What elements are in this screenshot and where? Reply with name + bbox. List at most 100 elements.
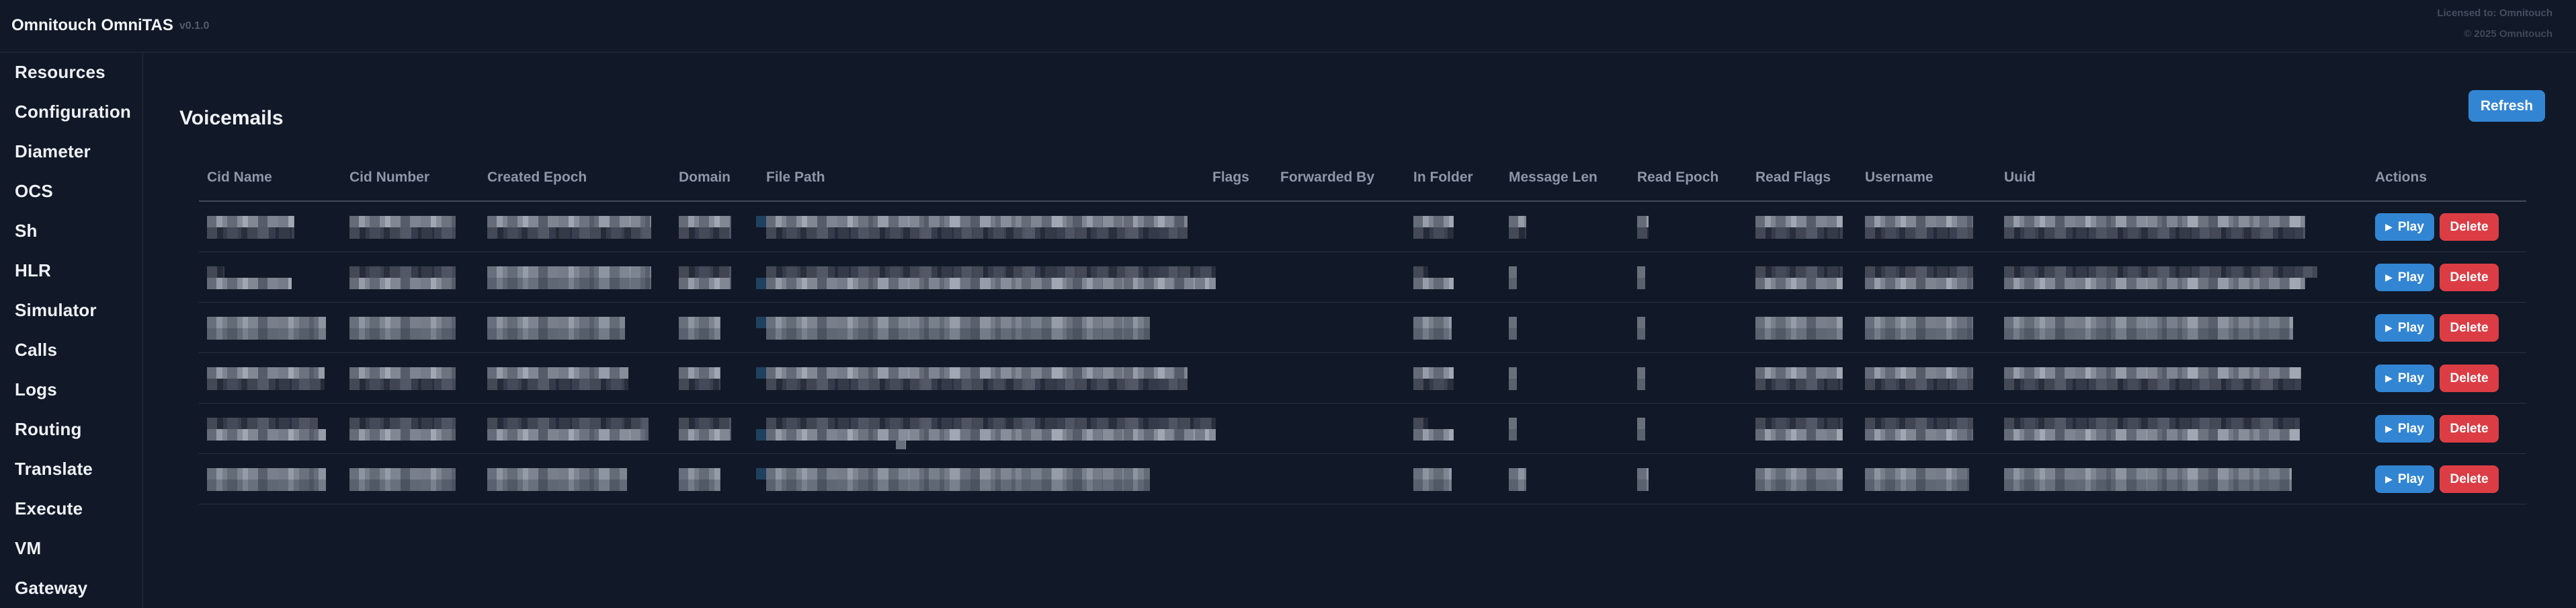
redacted-lead-tile [756,278,766,289]
play-button[interactable]: ▶ Play [2375,465,2434,493]
play-button-label: Play [2398,220,2424,235]
table-row: ▶PlayDelete [199,303,2526,353]
column-header-forwarded_by: Forwarded By [1280,169,1374,186]
redacted-cell-read_flags [1755,216,1843,239]
redacted-cell-message_len [1509,266,1517,289]
redacted-cell-read_flags [1755,266,1843,289]
redacted-cell-uuid [2004,367,2301,390]
redacted-cell-read_flags [1755,317,1843,340]
redacted-cell-uuid [2004,266,2317,289]
page-title: Voicemails [179,108,284,129]
delete-button[interactable]: Delete [2440,213,2499,241]
sidebar-item-gateway[interactable]: Gateway [0,568,142,608]
app-version: v0.1.0 [179,20,209,32]
column-header-in_folder: In Folder [1413,169,1473,186]
redacted-cell-created_epoch [487,367,628,390]
play-button[interactable]: ▶Play [2375,264,2434,291]
delete-button[interactable]: Delete [2440,465,2499,493]
refresh-button[interactable]: Refresh [2468,90,2545,122]
redacted-cell-message_len [1509,468,1526,491]
sidebar-item-ocs[interactable]: OCS [0,172,142,211]
play-button[interactable]: ▶Play [2375,314,2434,342]
sidebar-item-simulator[interactable]: Simulator [0,291,142,330]
delete-button[interactable]: Delete [2440,415,2499,443]
play-button[interactable]: ▶Play [2375,415,2434,443]
sidebar-item-sh[interactable]: Sh [0,211,142,251]
redacted-cell-username [1865,317,1973,340]
license-info: Licensed to: Omnitouch © 2025 Omnitouch [2437,7,2552,40]
column-header-file_path: File Path [766,169,825,186]
copyright-text: © 2025 Omnitouch [2437,28,2552,40]
play-button-label: Play [2398,321,2424,336]
sidebar-item-translate[interactable]: Translate [0,449,142,489]
redacted-cell-uuid [2004,216,2305,239]
play-icon: ▶ [2385,221,2393,233]
column-header-uuid: Uuid [2004,169,2036,186]
redacted-cell-cid_number [349,216,456,239]
redacted-cell-in_folder [1413,216,1454,239]
redacted-cell-read_epoch [1637,468,1649,491]
sidebar-item-configuration[interactable]: Configuration [0,92,142,132]
sidebar-item-execute[interactable]: Execute [0,489,142,529]
redacted-lead-tile [756,367,766,379]
redacted-cell-message_len [1509,216,1526,239]
redacted-cell-in_folder [1413,418,1454,441]
table-row: ▶ Play Delete [199,202,2526,252]
delete-button[interactable]: Delete [2440,264,2499,291]
sidebar-item-calls[interactable]: Calls [0,330,142,370]
play-icon: ▶ [2385,473,2393,485]
sidebar: ResourcesConfigurationDiameterOCSShHLRSi… [0,52,143,608]
redacted-cell-message_len [1509,317,1517,340]
redacted-cell-created_epoch [487,266,651,289]
redacted-cell-cid_name [207,216,294,239]
redacted-cell-cid_name [207,468,326,491]
redacted-cell-cid_name [207,266,292,289]
redacted-cell-read_epoch [1637,266,1645,289]
redacted-cell-in_folder [1413,367,1454,390]
play-icon: ▶ [2385,373,2393,384]
licensed-to-text: Licensed to: Omnitouch [2437,7,2552,20]
play-button-label: Play [2398,371,2424,386]
table-row: ▶PlayDelete [199,252,2526,303]
column-header-domain: Domain [679,169,731,186]
brand-name: Omnitouch OmniTAS [11,16,173,34]
column-header-created_epoch: Created Epoch [487,169,587,186]
redacted-cell-read_flags [1755,418,1843,441]
play-button[interactable]: ▶ Play [2375,213,2434,241]
redacted-cell-created_epoch [487,468,627,491]
column-header-cid_name: Cid Name [207,169,272,186]
sidebar-item-hlr[interactable]: HLR [0,251,142,291]
sidebar-item-logs[interactable]: Logs [0,370,142,410]
redacted-cell-file_path [766,266,1216,289]
redacted-cell-file_path [766,468,1150,491]
play-button-label: Play [2398,270,2424,285]
sidebar-item-resources[interactable]: Resources [0,52,142,92]
delete-button[interactable]: Delete [2440,314,2499,342]
redacted-cell-read_epoch [1637,418,1645,441]
play-button-label: Play [2398,472,2424,487]
redacted-cell-read_epoch [1637,317,1645,340]
redacted-cell-file_path [766,216,1188,239]
play-icon: ▶ [2385,423,2393,434]
sidebar-item-diameter[interactable]: Diameter [0,132,142,172]
delete-button[interactable]: Delete [2440,365,2499,392]
sidebar-item-vm[interactable]: VM [0,529,142,568]
redacted-cell-read_epoch [1637,216,1649,239]
redacted-cell-created_epoch [487,317,625,340]
sidebar-item-routing[interactable]: Routing [0,410,142,449]
play-button[interactable]: ▶ Play [2375,365,2434,392]
column-header-cid_number: Cid Number [349,169,429,186]
redacted-lead-tile [756,216,766,227]
redacted-lead-tile [756,317,766,328]
redacted-cell-message_len [1509,418,1517,441]
redacted-cell-username [1865,468,1969,491]
redacted-cell-domain [679,266,731,289]
column-header-flags: Flags [1212,169,1249,186]
redacted-cell-uuid [2004,468,2292,491]
redacted-tail-tile [896,441,906,449]
redacted-cell-username [1865,216,1973,239]
redacted-cell-read_epoch [1637,367,1645,390]
top-bar: Omnitouch OmniTAS v0.1.0 Licensed to: Omn… [0,0,2576,52]
redacted-cell-domain [679,317,720,340]
redacted-cell-file_path [766,418,1216,441]
